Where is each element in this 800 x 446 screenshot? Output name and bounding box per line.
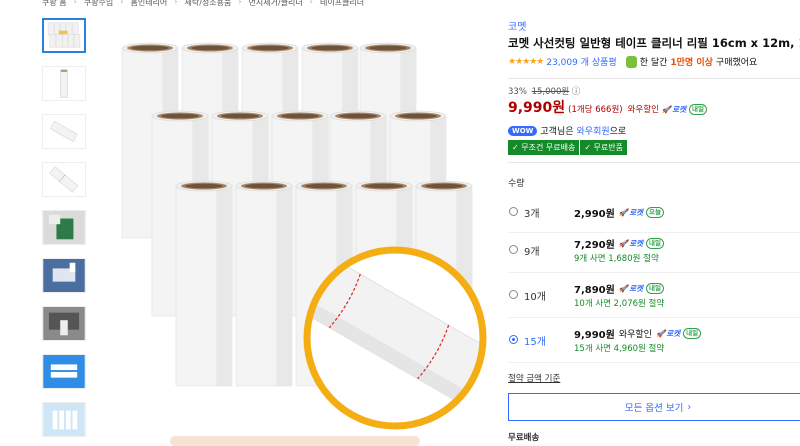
wow-badge: WOW <box>508 125 538 136</box>
breadcrumb-item[interactable]: 먼지제거/클리너 <box>249 0 303 8</box>
promo-strip <box>170 436 420 446</box>
rocket-delivery-badge: 🚀 로켓 오늘 <box>619 207 664 218</box>
breadcrumb-item[interactable]: 쿠팡 홈 <box>42 0 67 8</box>
option-savings: 9개 사면 1,680원 절약 <box>574 254 659 264</box>
option-qty: 9개 <box>524 247 540 258</box>
quantity-option[interactable]: 3개 2,990원 🚀 로켓 오늘 <box>508 193 800 233</box>
thumbnail-roll-side[interactable] <box>42 114 86 149</box>
option-price-row: 2,990원 🚀 로켓 오늘 <box>574 205 664 220</box>
price-row: 9,990원 (1개당 666원) 와우할인 🚀 로켓 내일 <box>508 97 708 117</box>
rocket-delivery-badge: 🚀 로켓 내일 <box>619 283 664 294</box>
rocket-day: 내일 <box>683 328 702 339</box>
free-badges: ✓ 무조건 무료배송 ✓ 무료반품 <box>508 140 628 155</box>
breadcrumb-item[interactable]: 홈인테리어 <box>130 0 167 8</box>
wow-sale-label: 와우할인 <box>627 105 659 115</box>
rocket-label: 로켓 <box>629 239 643 248</box>
option-price-row: 9,990원 와우할인 🚀 로켓 내일 <box>574 326 702 341</box>
rating-row: ★★★★★ 23,009 개 상품평 한 달간 1만명 이상 구매했어요 <box>508 55 757 68</box>
quantity-option[interactable]: 9개 7,290원 🚀 로켓 내일 9개 사면 1,680원 절약 <box>508 233 800 273</box>
rocket-label: 로켓 <box>629 284 643 293</box>
divider <box>508 162 800 163</box>
rocket-icon: 🚀 <box>661 105 672 114</box>
thumbnail-list <box>42 18 88 446</box>
buy-prefix: 한 달간 <box>639 58 668 68</box>
option-qty: 10개 <box>524 292 546 303</box>
free-return-badge: ✓ 무료반품 <box>580 140 628 155</box>
rocket-day: 내일 <box>646 238 664 249</box>
shopping-bag-icon <box>625 55 637 68</box>
thumbnail-usage-gray[interactable] <box>42 306 86 341</box>
rocket-day: 오늘 <box>646 207 664 218</box>
rocket-day: 내일 <box>689 104 708 115</box>
review-count-link[interactable]: 23,009 개 상품평 <box>546 55 616 68</box>
quantity-radio[interactable] <box>509 290 518 299</box>
option-price: 7,290원 <box>574 240 615 251</box>
wow-text-suffix: 으로 <box>609 127 627 137</box>
rocket-icon: 🚀 <box>618 284 629 293</box>
breadcrumb-item[interactable]: 쿠팡수입 <box>84 0 113 8</box>
all-options-button[interactable]: 모든 옵션 보기 › <box>508 393 800 421</box>
option-qty: 3개 <box>524 209 540 220</box>
discount-row: 33% 15,000원 ⓘ <box>508 85 580 97</box>
product-main-image <box>110 38 490 446</box>
wow-member-link[interactable]: 와우회원 <box>577 124 610 137</box>
sale-price: 9,990원 <box>508 100 566 116</box>
thumbnail-usage-green[interactable] <box>42 210 86 245</box>
info-icon[interactable]: ⓘ <box>572 87 581 97</box>
shipping-label: 무료배송 <box>508 433 540 443</box>
tape-roll <box>175 180 233 387</box>
option-price: 2,990원 <box>574 209 615 220</box>
quantity-option[interactable]: 15개 9,990원 와우할인 🚀 로켓 내일 15개 사면 4,960원 절약 <box>508 323 800 363</box>
rocket-icon: 🚀 <box>618 208 629 217</box>
buy-count: 1만명 이상 <box>670 58 713 68</box>
breadcrumb-item[interactable]: 테이프클리너 <box>320 0 364 8</box>
breadcrumb-item[interactable]: 세탁/청소용품 <box>185 0 232 8</box>
option-price-row: 7,890원 🚀 로켓 내일 <box>574 281 664 296</box>
rocket-delivery-badge: 🚀 로켓 내일 <box>661 104 708 115</box>
rocket-label: 로켓 <box>666 329 681 338</box>
thumbnail-usage-blue[interactable] <box>42 258 86 293</box>
quantity-radio[interactable] <box>509 335 518 344</box>
sort-by-savings-link[interactable]: 절약 금액 기준 <box>508 372 560 384</box>
wow-member-row: WOW 고객님은 와우회원 으로 <box>508 124 626 137</box>
rocket-icon: 🚀 <box>655 329 666 338</box>
rocket-delivery-badge: 🚀 로켓 내일 <box>619 238 664 249</box>
rocket-delivery-badge: 🚀 로켓 내일 <box>655 328 702 339</box>
thumbnail-product-pack[interactable] <box>42 402 86 437</box>
thumbnail-single-roll[interactable] <box>42 66 86 101</box>
thumbnail-product-blue[interactable] <box>42 354 86 389</box>
breadcrumb: 쿠팡 홈 › 쿠팡수입 › 홈인테리어 › 세탁/청소용품 › 먼지제거/클리너 › 테이… <box>42 0 364 8</box>
option-price: 7,890원 <box>574 285 615 296</box>
unit-price: (1개당 666원) <box>568 105 623 115</box>
discount-rate: 33% <box>508 87 527 97</box>
rocket-icon: 🚀 <box>618 239 629 248</box>
quantity-option[interactable]: 10개 7,890원 🚀 로켓 내일 10개 사면 2,076원 절약 <box>508 278 800 318</box>
option-savings: 10개 사면 2,076원 절약 <box>574 299 665 309</box>
quantity-label: 수량 <box>508 179 525 189</box>
divider <box>508 78 800 79</box>
quantity-radio[interactable] <box>509 245 518 254</box>
tape-roll <box>235 180 293 387</box>
option-savings: 15개 사면 4,960원 절약 <box>574 344 665 354</box>
option-wow-sale: 와우할인 <box>618 330 652 340</box>
product-title: 코멧 사선컷팅 일반형 테이프 클리너 리필 16cm x 12m, 15개 <box>508 36 800 50</box>
brand-link[interactable]: 코멧 <box>508 18 526 33</box>
quantity-radio[interactable] <box>509 207 518 216</box>
thumbnail-roll-cut[interactable] <box>42 162 86 197</box>
buy-suffix: 구매했어요 <box>715 58 758 68</box>
chevron-right-icon: › <box>687 401 692 413</box>
rocket-label: 로켓 <box>672 105 687 114</box>
free-shipping-badge: ✓ 무조건 무료배송 <box>508 140 581 155</box>
thumbnail-rolls-grid[interactable] <box>42 18 86 53</box>
wow-text-prefix: 고객님은 <box>540 127 574 137</box>
rating-stars: ★★★★★ <box>508 56 544 67</box>
original-price: 15,000원 <box>531 87 570 97</box>
option-price-row: 7,290원 🚀 로켓 내일 <box>574 236 664 251</box>
all-options-label: 모든 옵션 보기 <box>624 403 684 414</box>
option-price: 9,990원 <box>574 330 615 341</box>
option-qty: 15개 <box>524 337 546 348</box>
rocket-label: 로켓 <box>629 208 643 217</box>
rocket-day: 내일 <box>646 283 664 294</box>
